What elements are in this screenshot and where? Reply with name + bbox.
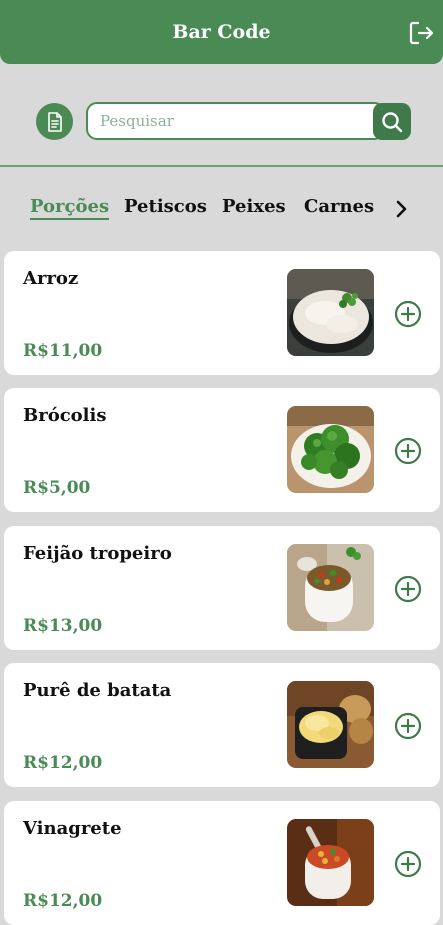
product-image <box>287 819 374 906</box>
tab-petiscos[interactable]: Petiscos <box>124 196 207 217</box>
product-card[interactable]: Vinagrete R$12,00 <box>4 801 440 925</box>
product-card[interactable]: Brócolis R$5,00 <box>4 388 440 512</box>
header-divider <box>0 165 443 167</box>
chevron-right-icon[interactable] <box>393 198 409 220</box>
product-price: R$5,00 <box>23 478 91 498</box>
plus-circle-icon[interactable] <box>394 300 422 328</box>
plus-circle-icon[interactable] <box>394 850 422 878</box>
product-price: R$11,00 <box>23 341 103 361</box>
tab-carnes[interactable]: Carnes <box>304 196 374 217</box>
category-tabs: Porções Petiscos Peixes Carnes <box>30 196 443 226</box>
plus-circle-icon[interactable] <box>394 712 422 740</box>
product-card[interactable]: Arroz R$11,00 <box>4 251 440 375</box>
app-header: Bar Code <box>0 0 443 64</box>
product-price: R$13,00 <box>23 616 103 636</box>
product-price: R$12,00 <box>23 753 103 773</box>
search-input[interactable] <box>86 102 385 140</box>
plus-circle-icon[interactable] <box>394 575 422 603</box>
orders-button[interactable] <box>36 103 73 140</box>
product-image <box>287 269 374 356</box>
product-image <box>287 406 374 493</box>
product-card[interactable]: Purê de batata R$12,00 <box>4 663 440 787</box>
search-bar <box>0 100 443 142</box>
search-button[interactable] <box>373 103 411 140</box>
product-image <box>287 681 374 768</box>
logout-icon[interactable] <box>407 19 435 47</box>
app-title: Bar Code <box>172 21 271 43</box>
product-image <box>287 544 374 631</box>
tab-peixes[interactable]: Peixes <box>222 196 286 217</box>
tab-porcoes[interactable]: Porções <box>30 196 110 220</box>
product-name: Feijão tropeiro <box>23 543 172 564</box>
document-icon <box>47 111 62 132</box>
product-name: Arroz <box>23 268 79 289</box>
product-name: Brócolis <box>23 405 107 426</box>
product-card[interactable]: Feijão tropeiro R$13,00 <box>4 526 440 650</box>
product-name: Vinagrete <box>23 818 122 839</box>
product-name: Purê de batata <box>23 680 172 701</box>
plus-circle-icon[interactable] <box>394 437 422 465</box>
product-price: R$12,00 <box>23 891 103 911</box>
search-icon <box>382 111 403 132</box>
